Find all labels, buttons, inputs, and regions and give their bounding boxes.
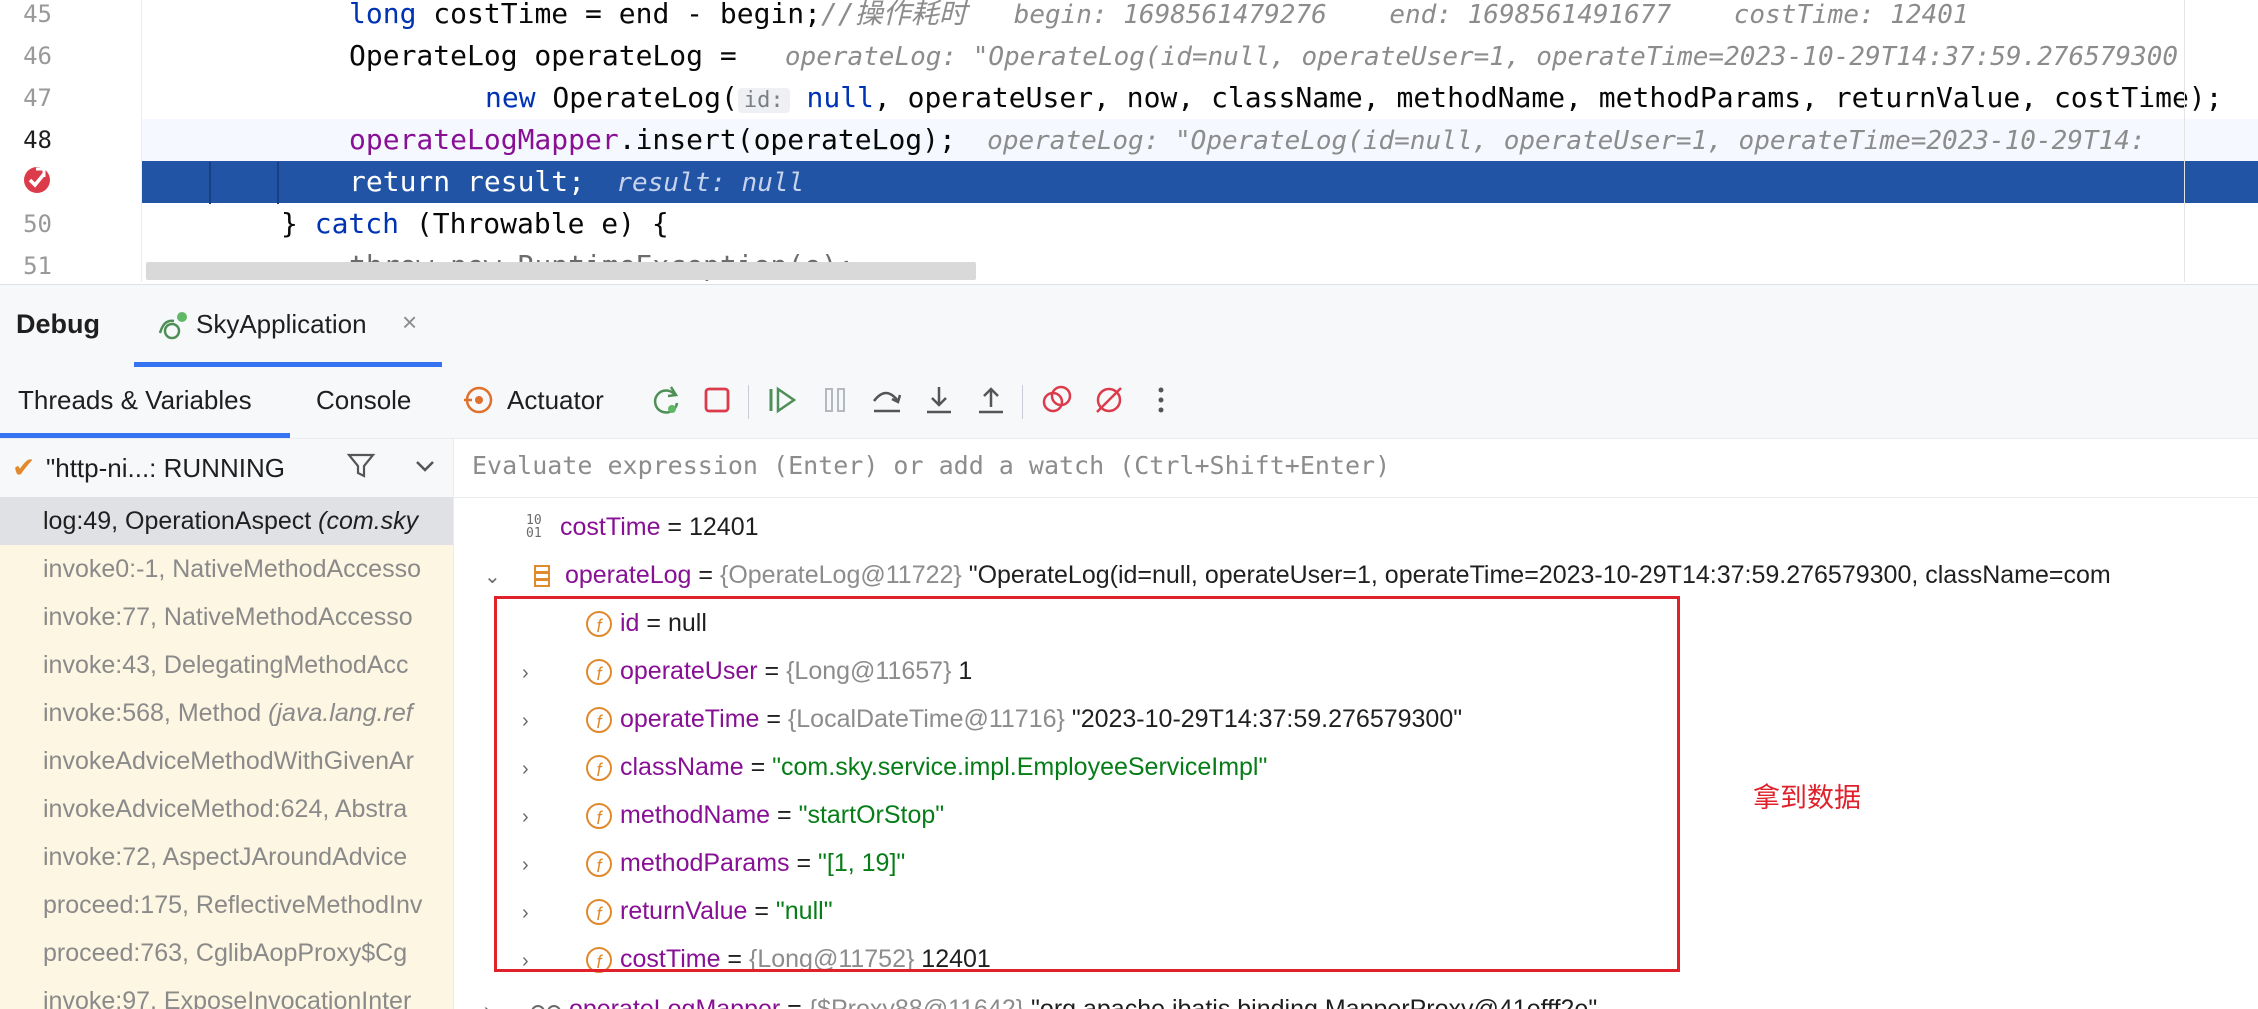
parameter-hint: id:: [737, 88, 790, 113]
code-line-48[interactable]: operateLogMapper.insert(operateLog); ope…: [142, 119, 2258, 161]
rerun-icon[interactable]: [648, 383, 682, 417]
thread-name: "http-ni...: RUNNING: [46, 453, 285, 483]
line-number: 47: [23, 84, 52, 112]
code-line-45[interactable]: long costTime = end - begin;//操作耗时 begin…: [142, 0, 2258, 35]
debug-bug-icon: [158, 312, 187, 340]
tool-window-title: Debug: [16, 309, 100, 339]
breakpoint-hit-icon[interactable]: [22, 165, 52, 195]
variable-row[interactable]: 10 01 costTime = 12401: [526, 503, 759, 551]
object-icon: [533, 565, 550, 588]
watch-glasses-icon: [531, 1005, 561, 1009]
stack-frame[interactable]: invoke:568, Method (java.lang.ref: [0, 689, 453, 737]
stack-frame[interactable]: invoke:77, NativeMethodAccesso: [0, 593, 453, 641]
tab-actuator[interactable]: Actuator: [507, 385, 604, 416]
run-config-tab[interactable]: SkyApplication ×: [134, 285, 442, 367]
stack-frame[interactable]: invokeAdviceMethodWithGivenAr: [0, 737, 453, 785]
code-editor[interactable]: 45 46 47 48 50 51 long costTime = end - …: [0, 0, 2258, 282]
annotation-text: 拿到数据: [1753, 783, 1861, 813]
more-options-icon[interactable]: [1144, 383, 1178, 417]
variable-row-expanded[interactable]: ⌄ operateLog = {OperateLog@11722} "Opera…: [484, 551, 2111, 599]
indent-guide: [209, 162, 211, 204]
line-number: 46: [23, 42, 52, 70]
resume-icon[interactable]: [766, 383, 800, 417]
toolbar-separator: [1022, 385, 1023, 419]
stack-frame[interactable]: log:49, OperationAspect (com.sky: [0, 497, 453, 545]
inline-debug-value: operateLog: "OperateLog(id=null, operate…: [955, 126, 2146, 156]
inline-debug-value: result: null: [585, 168, 805, 198]
view-breakpoints-icon[interactable]: [1040, 383, 1074, 417]
line-number: 50: [23, 210, 52, 238]
step-out-icon[interactable]: [974, 383, 1008, 417]
frames-panel[interactable]: ✔ "http-ni...: RUNNING log:49, Operation…: [0, 439, 454, 1009]
stack-frame[interactable]: invokeAdviceMethod:624, Abstra: [0, 785, 453, 833]
code-line-46[interactable]: OperateLog operateLog = operateLog: "Ope…: [142, 35, 2258, 77]
line-number-current: 48: [23, 126, 52, 154]
code-line-50[interactable]: } catch (Throwable e) {: [142, 203, 2258, 245]
chevron-down-icon[interactable]: [412, 453, 438, 479]
thread-selector[interactable]: ✔ "http-ni...: RUNNING: [0, 439, 453, 497]
highlight-box: [494, 596, 1680, 972]
mute-breakpoints-icon[interactable]: [1092, 383, 1126, 417]
inline-debug-value: begin: 1698561479276 end: 1698561491677 …: [966, 0, 1969, 30]
right-margin-guide: [2184, 0, 2185, 282]
checkmark-icon: ✔: [12, 452, 36, 483]
step-into-icon[interactable]: [922, 383, 956, 417]
step-over-icon[interactable]: [870, 383, 904, 417]
filter-icon[interactable]: [346, 451, 376, 481]
line-gutter[interactable]: 45 46 47 48 50 51: [0, 0, 142, 282]
tab-threads-variables[interactable]: Threads & Variables: [18, 385, 252, 416]
toolbar-separator: [748, 385, 749, 419]
line-number: 51: [23, 252, 52, 280]
stack-frame[interactable]: invoke:43, DelegatingMethodAcc: [0, 641, 453, 689]
variable-row[interactable]: › operateLogMapper = {$Proxy88@11642} "o…: [484, 985, 1597, 1009]
stack-frame[interactable]: proceed:763, CglibAopProxy$Cg: [0, 929, 453, 977]
pause-icon[interactable]: [818, 383, 852, 417]
stack-frame[interactable]: proceed:175, ReflectiveMethodInv: [0, 881, 453, 929]
evaluate-expression-input[interactable]: Evaluate expression (Enter) or add a wat…: [454, 439, 2258, 498]
chevron-down-icon[interactable]: ⌄: [484, 553, 510, 601]
horizontal-scrollbar[interactable]: [146, 262, 976, 280]
stack-frame[interactable]: invoke0:-1, NativeMethodAccesso: [0, 545, 453, 593]
stop-icon[interactable]: [700, 383, 734, 417]
indent-guide: [277, 162, 279, 204]
stack-frame[interactable]: invoke:97, ExposeInvocationInter: [0, 977, 453, 1009]
line-number: 45: [23, 0, 52, 28]
close-tab-icon[interactable]: ×: [402, 307, 417, 338]
execution-point-line[interactable]: return result; result: null: [142, 161, 2258, 203]
code-line-47[interactable]: new OperateLog(id: null, operateUser, no…: [142, 77, 2258, 119]
inline-debug-value: operateLog: "OperateLog(id=null, operate…: [753, 42, 2179, 72]
primitive-type-icon: 10 01: [526, 513, 542, 542]
chevron-right-icon[interactable]: ›: [484, 987, 510, 1009]
actuator-icon: [464, 386, 493, 414]
tab-underline: [134, 362, 442, 367]
stack-frame[interactable]: invoke:72, AspectJAroundAdvice: [0, 833, 453, 881]
tab-console[interactable]: Console: [316, 385, 411, 416]
